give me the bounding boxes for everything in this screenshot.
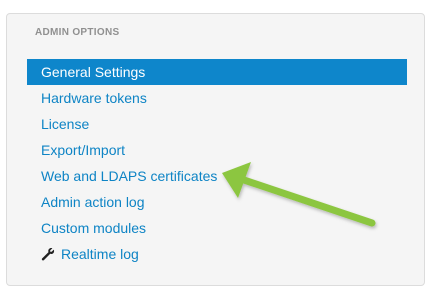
menu-item-realtime-log[interactable]: Realtime log — [27, 241, 407, 267]
menu-item-export-import[interactable]: Export/Import — [27, 137, 407, 163]
menu-item-web-ldaps-certificates[interactable]: Web and LDAPS certificates — [27, 163, 407, 189]
menu-item-admin-action-log[interactable]: Admin action log — [27, 189, 407, 215]
menu-item-hardware-tokens[interactable]: Hardware tokens — [27, 85, 407, 111]
admin-options-menu: General Settings Hardware tokens License… — [27, 59, 407, 267]
menu-item-license[interactable]: License — [27, 111, 407, 137]
wrench-icon — [41, 247, 55, 261]
menu-item-custom-modules[interactable]: Custom modules — [27, 215, 407, 241]
menu-item-general-settings[interactable]: General Settings — [27, 59, 407, 85]
menu-item-realtime-log-label: Realtime log — [61, 246, 139, 262]
section-header: ADMIN OPTIONS — [35, 27, 120, 38]
